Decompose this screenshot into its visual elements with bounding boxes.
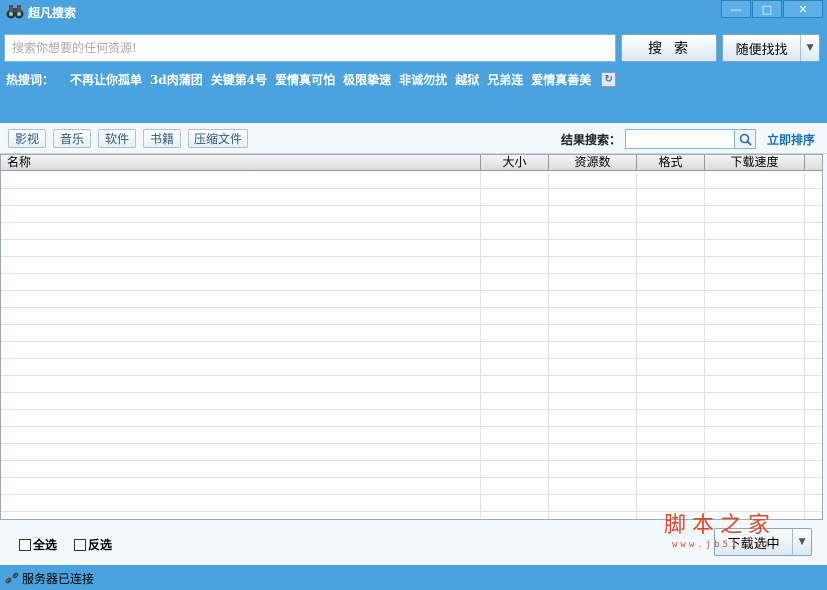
category-button-music[interactable]: 音乐 — [53, 129, 91, 148]
checkbox-icon — [74, 538, 86, 551]
column-header-format[interactable]: 格式 — [637, 155, 705, 171]
column-divider — [548, 172, 549, 519]
table-row[interactable] — [1, 444, 822, 461]
table-row[interactable] — [1, 274, 822, 291]
window-controls: — □ ✕ — [720, 0, 823, 18]
column-divider — [480, 172, 481, 519]
table-row[interactable] — [1, 342, 822, 359]
minimize-icon: — — [730, 2, 742, 16]
hot-words-row: 热搜词： 不再让你孤单 3d肉蒲团 关键第4号 爱情真可怕 极限挚速 非诚勿扰 … — [6, 71, 617, 88]
title-bar: 超凡搜索 — □ ✕ — [0, 0, 827, 24]
close-icon: ✕ — [798, 2, 808, 16]
minimize-button[interactable]: — — [721, 0, 751, 18]
hot-word[interactable]: 极限挚速 — [343, 71, 391, 88]
table-row[interactable] — [1, 461, 822, 478]
table-header: 名称 大小 资源数 格式 下载速度 — [1, 155, 822, 171]
table-row[interactable] — [1, 393, 822, 410]
hot-words-label: 热搜词： — [6, 72, 55, 87]
column-header-sources[interactable]: 资源数 — [549, 155, 637, 171]
table-row[interactable] — [1, 478, 822, 495]
connection-icon — [5, 572, 19, 584]
hot-word[interactable]: 兄弟连 — [487, 71, 523, 88]
hot-word[interactable]: 爱情真善美 — [531, 71, 591, 88]
table-row[interactable] — [1, 257, 822, 274]
table-row[interactable] — [1, 189, 822, 206]
table-row[interactable] — [1, 223, 822, 240]
hot-word[interactable]: 3d肉蒲团 — [150, 71, 203, 88]
hot-word[interactable]: 非诚勿扰 — [399, 71, 447, 88]
column-divider — [704, 172, 705, 519]
app-title: 超凡搜索 — [28, 6, 77, 20]
table-row[interactable] — [1, 308, 822, 325]
chevron-down-icon[interactable]: ▼ — [792, 529, 811, 555]
column-header-speed[interactable]: 下载速度 — [705, 155, 805, 171]
hot-word[interactable]: 爱情真可怕 — [275, 71, 335, 88]
watermark-logo: 脚本之家 — [664, 513, 777, 538]
status-text: 服务器已连接 — [22, 571, 95, 586]
sort-link[interactable]: 立即排序 — [767, 131, 815, 148]
random-button-label: 随便找找 — [735, 42, 788, 58]
search-button[interactable]: 搜索 — [621, 34, 717, 62]
category-button-books[interactable]: 书籍 — [143, 129, 181, 148]
category-button-archives[interactable]: 压缩文件 — [188, 129, 248, 148]
category-toolbar: 影视 音乐 软件 书籍 压缩文件 结果搜索： 立即排序 — [0, 123, 827, 154]
column-divider — [804, 172, 805, 519]
hot-word[interactable]: 不再让你孤单 — [70, 71, 142, 88]
maximize-button[interactable]: □ — [752, 0, 782, 18]
chevron-down-icon[interactable]: ▼ — [800, 35, 819, 61]
table-row[interactable] — [1, 410, 822, 427]
hot-word[interactable]: 越狱 — [455, 71, 479, 88]
binoculars-icon — [6, 5, 24, 19]
select-all-checkbox[interactable]: 全选 — [19, 536, 57, 553]
category-button-video[interactable]: 影视 — [8, 129, 46, 148]
table-row[interactable] — [1, 206, 822, 223]
results-table: 名称 大小 资源数 格式 下载速度 — [0, 154, 823, 520]
table-row[interactable] — [1, 427, 822, 444]
search-input[interactable]: 搜索你想要的任何资源! — [4, 34, 616, 62]
table-row[interactable] — [1, 359, 822, 376]
search-icon[interactable] — [735, 129, 756, 149]
status-bar: 服务器已连接 — [0, 566, 827, 590]
category-button-software[interactable]: 软件 — [98, 129, 136, 148]
result-search-label: 结果搜索： — [561, 133, 622, 147]
column-header-size[interactable]: 大小 — [481, 155, 549, 171]
table-row[interactable] — [1, 325, 822, 342]
table-row[interactable] — [1, 376, 822, 393]
table-row[interactable] — [1, 291, 822, 308]
invert-selection-label: 反选 — [88, 538, 113, 552]
column-header-name[interactable]: 名称 — [1, 155, 481, 171]
invert-selection-checkbox[interactable]: 反选 — [74, 536, 112, 553]
hot-word[interactable]: 关键第4号 — [211, 71, 267, 88]
checkbox-icon — [19, 538, 31, 551]
random-button[interactable]: 随便找找 ▼ — [722, 34, 820, 62]
column-divider — [636, 172, 637, 519]
table-row[interactable] — [1, 172, 822, 189]
refresh-icon[interactable]: ↻ — [601, 71, 617, 87]
close-button[interactable]: ✕ — [783, 0, 823, 18]
watermark-url: www.jb51.net — [672, 540, 774, 550]
table-row[interactable] — [1, 240, 822, 257]
maximize-icon: □ — [761, 2, 773, 16]
result-search-input[interactable] — [625, 129, 735, 149]
select-all-label: 全选 — [33, 538, 58, 552]
table-body — [1, 172, 822, 519]
main-panel: 影视 音乐 软件 书籍 压缩文件 结果搜索： 立即排序 名称 大小 资源数 格式… — [0, 123, 827, 565]
